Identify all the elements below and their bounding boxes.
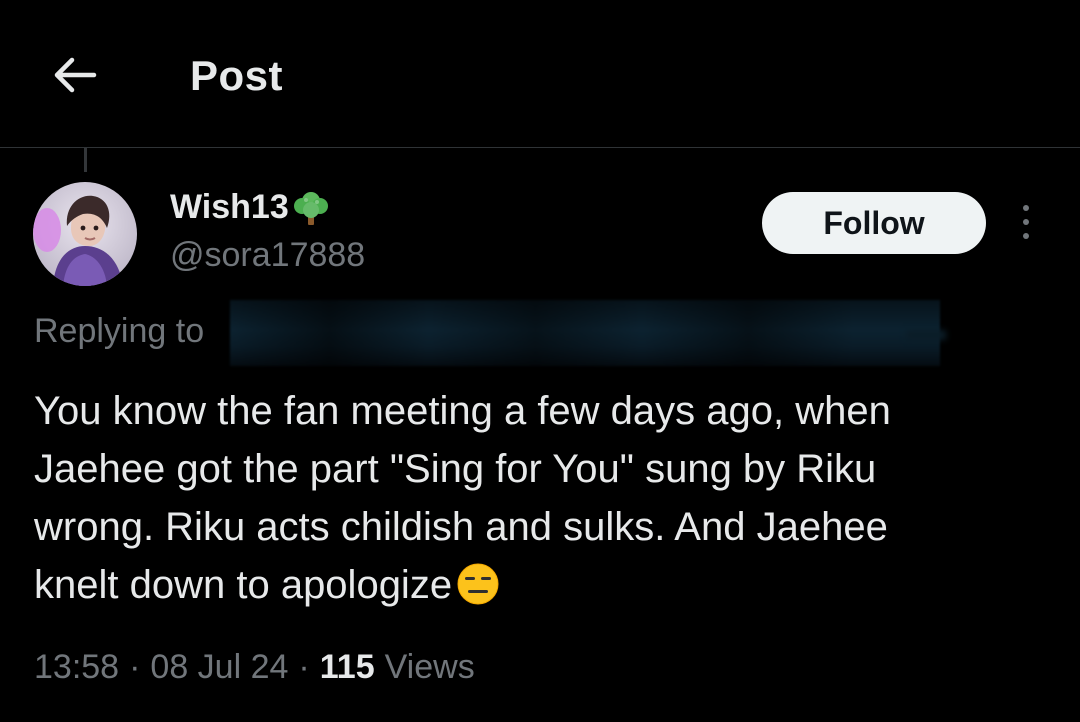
- arrow-left-icon: [54, 57, 97, 93]
- profile-photo: [33, 182, 137, 286]
- post-line: wrong. Riku acts childish and sulks. And…: [34, 505, 888, 549]
- follow-button[interactable]: Follow: [762, 192, 986, 254]
- post-date[interactable]: 08 Jul 24: [150, 648, 288, 687]
- post-line: You know the fan meeting a few days ago,…: [34, 389, 891, 433]
- redacted-reply-handles: [230, 300, 940, 366]
- display-name-text: Wish13: [170, 188, 289, 226]
- page-title: Post: [190, 52, 284, 99]
- top-bar: Post: [0, 0, 1080, 148]
- more-vertical-icon: [1023, 205, 1029, 211]
- thread-connector-line: [84, 148, 87, 172]
- avatar[interactable]: [33, 182, 137, 286]
- separator-dot: ·: [129, 648, 141, 686]
- expressionless-face-emoji: [456, 562, 500, 622]
- views-count[interactable]: 115: [320, 648, 375, 687]
- user-handle[interactable]: @sora17888: [170, 236, 365, 275]
- more-options-button[interactable]: [1008, 200, 1044, 244]
- post-line: Jaehee got the part "Sing for You" sung …: [34, 447, 877, 491]
- separator-dot: ·: [298, 648, 310, 686]
- more-vertical-icon-dot: [1023, 219, 1029, 225]
- more-vertical-icon-dot: [1023, 233, 1029, 239]
- post-line-text: knelt down to apologize: [34, 563, 453, 607]
- back-button[interactable]: [48, 48, 102, 102]
- post-metadata: 13:58 · 08 Jul 24 · 115 Views: [34, 648, 475, 687]
- tree-emoji: [291, 190, 331, 226]
- post-body: You know the fan meeting a few days ago,…: [34, 382, 1044, 622]
- views-label[interactable]: Views: [385, 648, 475, 687]
- replying-to-label: Replying to: [34, 312, 205, 350]
- post-time[interactable]: 13:58: [34, 648, 119, 687]
- post-line-last: knelt down to apologize: [34, 556, 1044, 622]
- display-name[interactable]: Wish13: [170, 188, 331, 227]
